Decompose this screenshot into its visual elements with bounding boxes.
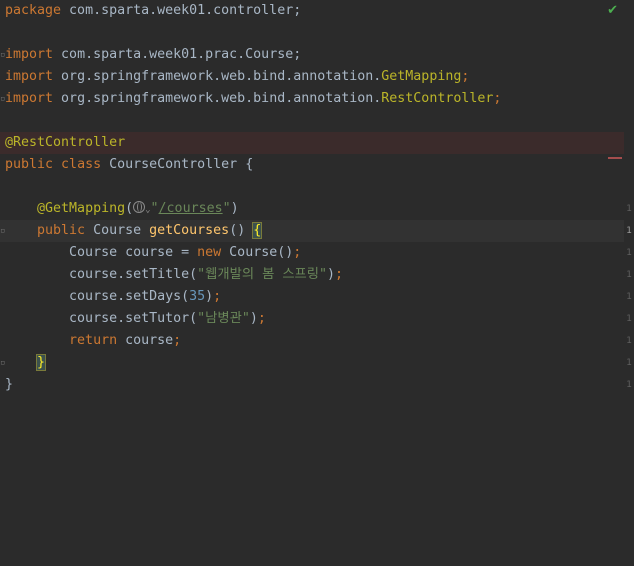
class-declaration: CourseController { (101, 157, 254, 172)
globe-icon (133, 201, 146, 213)
keyword-import: import (5, 69, 54, 84)
semicolon: ; (293, 245, 302, 260)
statement-text: course.setTitle( (69, 267, 198, 282)
method-parens: () (229, 223, 254, 238)
code-line-15[interactable]: course.setTutor("남병관"); (0, 308, 624, 330)
semicolon: ; (461, 69, 470, 84)
fold-marker-icon[interactable]: ▫ (0, 50, 5, 60)
gutter-mark-icon: 1 (626, 314, 632, 324)
import-path: com.sparta.week01.prac.Course; (53, 47, 302, 62)
gutter-mark-icon: 1 (626, 204, 632, 214)
keyword-public: public (37, 223, 86, 238)
keyword-public: public (5, 157, 54, 172)
gutter-mark-icon: 1 (626, 336, 632, 346)
keyword-return: return (69, 333, 118, 348)
statement-text: ) (205, 289, 214, 304)
code-editor[interactable]: package com.sparta.week01.controller; ▫ … (0, 0, 624, 566)
code-line-7[interactable]: @RestController (0, 132, 624, 154)
code-line-4[interactable]: import org.springframework.web.bind.anno… (0, 66, 624, 88)
mapping-url[interactable]: /courses (159, 201, 223, 216)
paren: ) (230, 201, 239, 216)
quote: " (222, 201, 231, 216)
semicolon: ; (257, 311, 266, 326)
semicolon: ; (493, 91, 502, 106)
closing-brace: } (5, 377, 14, 392)
number-literal: 35 (189, 289, 206, 304)
statement-text: Course course = (69, 245, 198, 260)
import-path: org.springframework.web.bind.annotation. (53, 91, 382, 106)
statement-text: ) (327, 267, 336, 282)
code-line-16[interactable]: return course; (0, 330, 624, 352)
statement-text: course (117, 333, 174, 348)
annotation-getmapping: @GetMapping (37, 201, 126, 216)
statement-text: course.setDays( (69, 289, 190, 304)
code-line-13[interactable]: course.setTitle("웹개발의 봄 스프링"); (0, 264, 624, 286)
code-line-18[interactable]: } (0, 374, 624, 396)
url-inlay-hint[interactable]: ⌄ (133, 201, 151, 216)
paren: ( (125, 201, 134, 216)
keyword-import: import (5, 47, 54, 62)
code-line-17[interactable]: ▫ } (0, 352, 624, 374)
string-literal: "남병관" (197, 311, 250, 326)
checkmark-icon[interactable]: ✔ (607, 3, 618, 18)
matched-brace: } (36, 354, 47, 371)
keyword-class: class (53, 157, 102, 172)
code-line-3[interactable]: ▫ import com.sparta.week01.prac.Course; (0, 44, 624, 66)
code-line-8[interactable]: public class CourseController { (0, 154, 624, 176)
package-name: com.sparta.week01.controller; (61, 3, 302, 18)
keyword-new: new (197, 245, 222, 260)
quote: " (150, 201, 159, 216)
fold-marker-icon[interactable]: ▫ (0, 226, 5, 236)
gutter-mark-icon: 1 (626, 248, 632, 258)
method-name: getCourses (149, 223, 230, 238)
code-line-14[interactable]: course.setDays(35); (0, 286, 624, 308)
gutter-mark-icon: 1 (626, 270, 632, 280)
code-line-11[interactable]: ▫ public Course getCourses() { (0, 220, 624, 242)
fold-marker-icon[interactable]: ▫ (0, 358, 5, 368)
code-line-1[interactable]: package com.sparta.week01.controller; (0, 0, 624, 22)
error-stripe-marker[interactable] (608, 157, 622, 159)
code-line-12[interactable]: Course course = new Course(); (0, 242, 624, 264)
semicolon: ; (173, 333, 182, 348)
semicolon: ; (213, 289, 222, 304)
keyword-import: import (5, 91, 54, 106)
matched-brace: { (252, 222, 263, 239)
code-line-10[interactable]: @GetMapping(⌄"/courses") (0, 198, 624, 220)
statement-text: ) (249, 311, 258, 326)
right-scroll-gutter[interactable] (624, 0, 634, 566)
import-class: RestController (381, 91, 494, 106)
gutter-mark-icon: 1 (626, 358, 632, 368)
import-path: org.springframework.web.bind.annotation. (53, 69, 382, 84)
gutter-mark-icon: 1 (626, 292, 632, 302)
statement-text: Course() (221, 245, 294, 260)
fold-marker-icon[interactable]: ▫ (0, 94, 5, 104)
semicolon: ; (335, 267, 344, 282)
gutter-mark-icon: 1 (626, 380, 632, 390)
statement-text: course.setTutor( (69, 311, 198, 326)
annotation-restcontroller: @RestController (5, 135, 126, 150)
string-literal: "웹개발의 봄 스프링" (197, 267, 328, 282)
return-type: Course (85, 223, 150, 238)
gutter-mark-icon: 1 (626, 226, 632, 236)
import-class: GetMapping (381, 69, 462, 84)
code-line-5[interactable]: ▫ import org.springframework.web.bind.an… (0, 88, 624, 110)
keyword-package: package (5, 3, 62, 18)
